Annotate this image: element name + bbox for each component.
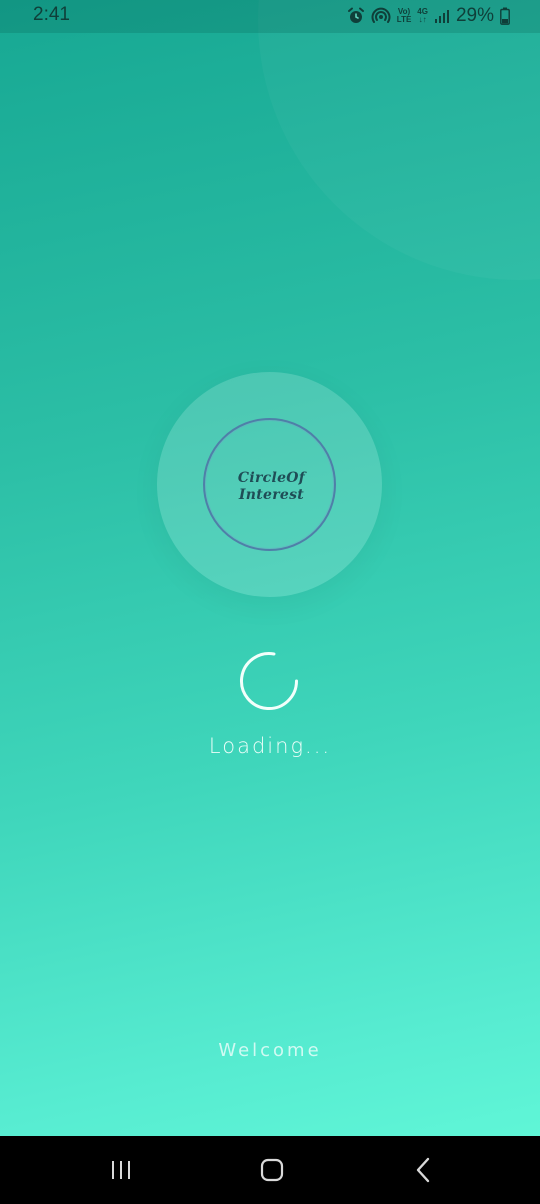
recent-apps-button[interactable] [101,1154,141,1186]
alarm-icon [347,7,365,25]
loading-spinner [240,652,298,711]
background-decoration [258,0,540,280]
hotspot-icon [371,7,391,25]
status-time: 2:41 [33,4,70,25]
battery-icon [500,7,510,25]
home-button[interactable] [252,1154,292,1186]
data-arrows-icon: ↓↑ [418,15,427,24]
home-icon [260,1158,284,1182]
splash-screen: 2:41 Vo) LTE 4G ↓↑ 29% CircleOf Interest… [0,0,540,1204]
loading-text: Loading... [208,734,332,758]
logo-text-line1: CircleOf [237,469,306,486]
recent-apps-icon [112,1161,130,1179]
logo-text-line2: Interest [238,486,305,503]
signal-icon [434,8,450,24]
status-icons: Vo) LTE 4G ↓↑ 29% [347,4,510,28]
back-button[interactable] [404,1154,444,1186]
logo-container: CircleOf Interest [157,372,382,597]
battery-percent: 29% [455,5,494,26]
logo-ring: CircleOf Interest [203,418,336,551]
navigation-bar [0,1136,540,1204]
volte-bottom-label: LTE [396,15,412,24]
volte-icon: Vo) LTE [397,8,412,24]
network-4g-icon: 4G ↓↑ [417,8,428,24]
app-logo: CircleOf Interest [205,420,338,553]
welcome-text: Welcome [218,1040,322,1061]
status-bar: 2:41 Vo) LTE 4G ↓↑ 29% [0,0,540,33]
back-icon [416,1157,430,1183]
